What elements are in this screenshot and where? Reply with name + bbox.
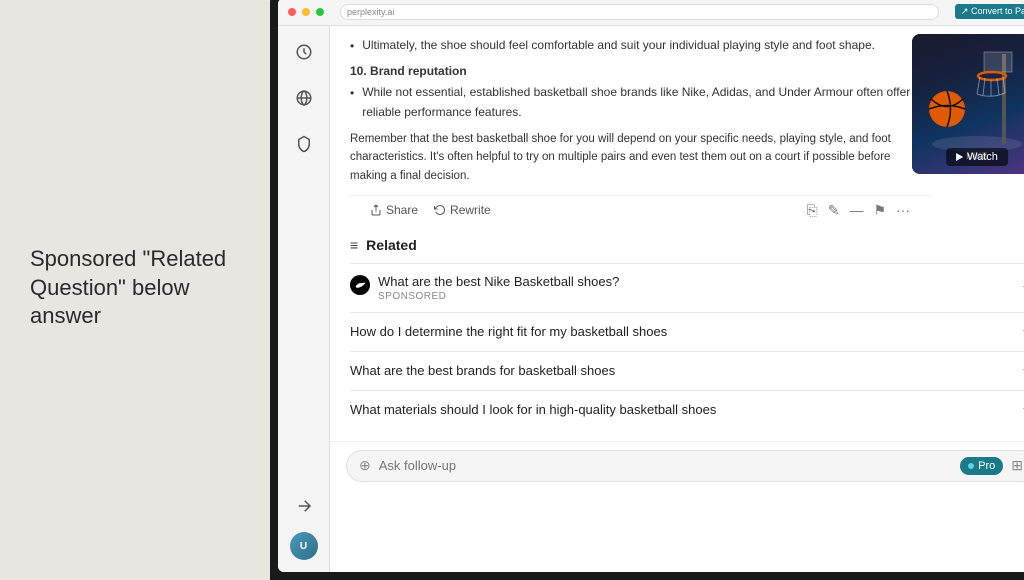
content-area: U AD: [278, 26, 1024, 572]
sidebar: U: [278, 26, 330, 572]
followup-inner: ⊕ Pro ⊞: [346, 450, 1024, 482]
ad-video-thumbnail[interactable]: AD: [912, 34, 1024, 174]
main-content: AD: [330, 26, 1024, 572]
flag-icon[interactable]: ⚑: [873, 202, 886, 219]
bullet-dot-2: •: [350, 84, 354, 121]
action-icons-right: ⎘ ✎ — ⚑ ···: [807, 202, 911, 219]
close-dot[interactable]: [288, 8, 296, 16]
sidebar-bottom: U: [290, 492, 318, 572]
related-icon: ≡: [350, 237, 358, 253]
sponsored-related-item[interactable]: What are the best Nike Basketball shoes?…: [350, 263, 1024, 312]
answer-section: • Ultimately, the shoe should feel comfo…: [330, 26, 950, 225]
action-bar: Share Rewrite ⎘ ✎ — ⚑: [350, 195, 930, 225]
section-10-header: 10. Brand reputation: [350, 62, 930, 81]
sponsored-question: What are the best Nike Basketball shoes?: [378, 274, 619, 289]
related-section: ≡ Related: [330, 225, 1024, 441]
shield-icon[interactable]: [290, 130, 318, 158]
ad-image: NIKE Watch: [912, 34, 1024, 174]
browser-topbar: perplexity.ai ↗ Convert to Page: [278, 0, 1024, 26]
clock-icon[interactable]: [290, 38, 318, 66]
related-item-4[interactable]: What materials should I look for in high…: [350, 390, 1024, 429]
followup-bar: ⊕ Pro ⊞: [330, 441, 1024, 492]
copy-icon[interactable]: ⎘: [807, 202, 818, 219]
watch-label: Watch: [967, 151, 998, 163]
pro-dot: [968, 463, 974, 469]
bullet-text-1: Ultimately, the shoe should feel comfort…: [362, 36, 875, 56]
edit-icon[interactable]: ✎: [828, 202, 840, 219]
related-item-2[interactable]: How do I determine the right fit for my …: [350, 312, 1024, 351]
related-question-3: What are the best brands for basketball …: [350, 363, 615, 378]
bullet-item-1: • Ultimately, the shoe should feel comfo…: [350, 36, 930, 56]
monitor-screen: perplexity.ai ↗ Convert to Page: [278, 0, 1024, 572]
maximize-dot[interactable]: [316, 8, 324, 16]
sponsored-label: SPONSORED: [378, 291, 619, 302]
followup-expand-icon[interactable]: ⊞: [1011, 457, 1023, 474]
related-header: ≡ Related: [350, 237, 1024, 253]
followup-icon: ⊕: [359, 457, 371, 474]
related-title: Related: [366, 237, 417, 253]
top-right-buttons: ↗ Convert to Page: [955, 4, 1024, 19]
more-icon[interactable]: ···: [896, 202, 910, 218]
related-question-4: What materials should I look for in high…: [350, 402, 716, 417]
remember-text: Remember that the best basketball shoe f…: [350, 130, 930, 185]
url-bar[interactable]: perplexity.ai: [340, 4, 939, 20]
sponsored-q-wrapper: What are the best Nike Basketball shoes?…: [378, 274, 619, 302]
globe-icon[interactable]: [290, 84, 318, 112]
nike-logo: [350, 275, 370, 295]
rewrite-button[interactable]: Rewrite: [434, 203, 491, 217]
share-label: Share: [386, 203, 418, 217]
bullet-item-2: • While not essential, established baske…: [350, 83, 930, 121]
minimize-dot[interactable]: [302, 8, 310, 16]
rewrite-label: Rewrite: [450, 203, 491, 217]
watch-button[interactable]: Watch: [946, 148, 1008, 166]
play-icon: [956, 153, 963, 161]
share-button[interactable]: Share: [370, 203, 418, 217]
sponsored-item-left: What are the best Nike Basketball shoes?…: [350, 274, 619, 302]
bullet-text-2: While not essential, established basketb…: [362, 83, 930, 121]
followup-input[interactable]: [379, 458, 952, 473]
annotation-text: Sponsored "Related Question" below answe…: [30, 245, 240, 331]
related-question-2: How do I determine the right fit for my …: [350, 324, 667, 339]
answer-text: • Ultimately, the shoe should feel comfo…: [350, 36, 930, 185]
pro-label: Pro: [978, 460, 995, 472]
avatar[interactable]: U: [290, 532, 318, 560]
minus-icon[interactable]: —: [849, 202, 863, 218]
convert-button[interactable]: ↗ Convert to Page: [955, 4, 1024, 19]
expand-sidebar-icon[interactable]: [290, 492, 318, 520]
bullet-dot: •: [350, 37, 354, 56]
monitor-frame: perplexity.ai ↗ Convert to Page: [270, 0, 1024, 580]
related-item-3[interactable]: What are the best brands for basketball …: [350, 351, 1024, 390]
pro-badge[interactable]: Pro: [960, 457, 1003, 475]
